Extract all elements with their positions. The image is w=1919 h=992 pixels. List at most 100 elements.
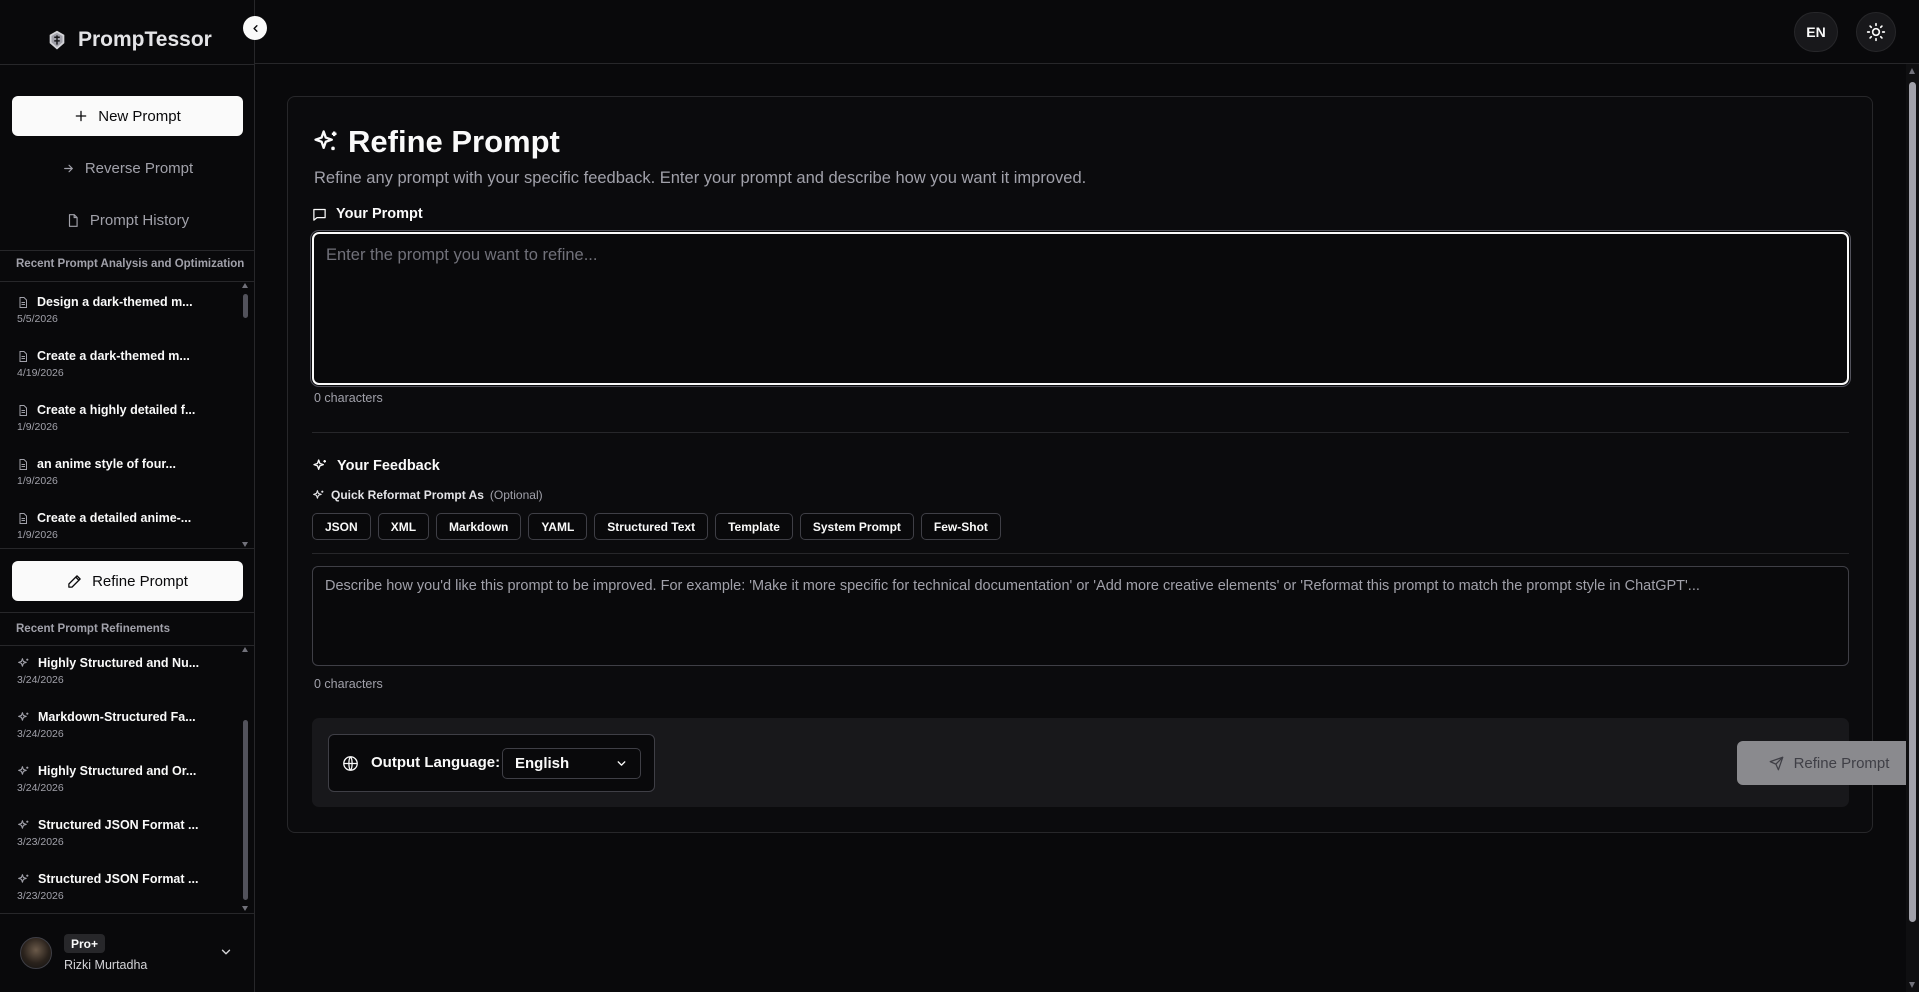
page-scrollbar[interactable] bbox=[1906, 64, 1919, 992]
language-button[interactable]: EN bbox=[1794, 12, 1838, 52]
top-bar: EN bbox=[255, 0, 1919, 64]
reverse-prompt-link[interactable]: Reverse Prompt bbox=[12, 150, 243, 186]
message-square-icon bbox=[313, 208, 326, 221]
plus-icon bbox=[75, 110, 87, 122]
analysis-item-title: an anime style of four... bbox=[37, 457, 176, 471]
file-icon bbox=[68, 213, 78, 227]
sparkles-icon bbox=[313, 489, 324, 499]
user-name: Rizki Murtadha bbox=[64, 958, 148, 972]
quick-reformat-text: Quick Reformat Prompt As bbox=[331, 488, 484, 502]
globe-icon bbox=[343, 756, 358, 771]
file-text-icon bbox=[19, 512, 27, 524]
file-text-icon bbox=[19, 350, 27, 362]
analysis-item[interactable]: Create a highly detailed f... 1/9/2026 bbox=[0, 390, 240, 444]
sidebar-divider bbox=[0, 64, 254, 65]
output-language-group: Output Language: English bbox=[328, 734, 655, 792]
sidebar-divider bbox=[0, 548, 254, 549]
refinement-item-title: Markdown-Structured Fa... bbox=[38, 710, 196, 724]
section-divider bbox=[312, 553, 1849, 554]
scroll-thumb[interactable] bbox=[243, 720, 248, 900]
analysis-scrollbar[interactable] bbox=[241, 282, 250, 548]
refinement-item[interactable]: Highly Structured and Or... 3/24/2026 bbox=[0, 754, 240, 808]
prompt-history-link[interactable]: Prompt History bbox=[12, 202, 243, 238]
analysis-item[interactable]: Create a dark-themed m... 4/19/2026 bbox=[0, 336, 240, 390]
analysis-item-date: 4/19/2026 bbox=[17, 367, 64, 379]
brand[interactable]: PrompTessor bbox=[46, 26, 212, 54]
sparkles-icon bbox=[18, 711, 29, 721]
analysis-item-date: 5/5/2026 bbox=[17, 313, 58, 325]
output-language-label: Output Language: bbox=[371, 754, 501, 771]
send-icon bbox=[1769, 756, 1783, 770]
collapse-sidebar-button[interactable] bbox=[243, 16, 267, 40]
format-chip-few-shot[interactable]: Few-Shot bbox=[920, 513, 1001, 540]
sparkles-icon bbox=[18, 819, 29, 829]
analysis-item[interactable]: an anime style of four... 1/9/2026 bbox=[0, 444, 240, 498]
your-feedback-label-text: Your Feedback bbox=[337, 458, 440, 474]
format-chip-xml[interactable]: XML bbox=[377, 513, 430, 540]
analysis-list: Design a dark-themed m... 5/5/2026 Creat… bbox=[0, 282, 240, 548]
section-divider bbox=[312, 432, 1849, 433]
refinement-item-title: Structured JSON Format ... bbox=[38, 818, 199, 832]
refine-prompt-submit-button[interactable]: Refine Prompt bbox=[1737, 741, 1919, 785]
refine-prompt-nav-button[interactable]: Refine Prompt bbox=[12, 561, 243, 601]
format-chip-json[interactable]: JSON bbox=[312, 513, 371, 540]
refinements-list: Highly Structured and Nu... 3/24/2026 Ma… bbox=[0, 646, 240, 912]
page-scroll-thumb[interactable] bbox=[1909, 82, 1916, 922]
scroll-up-arrow-icon[interactable] bbox=[242, 647, 248, 652]
format-chip-markdown[interactable]: Markdown bbox=[436, 513, 522, 540]
refinement-item[interactable]: Markdown-Structured Fa... 3/24/2026 bbox=[0, 700, 240, 754]
refinement-item-date: 3/24/2026 bbox=[17, 674, 64, 686]
analysis-item-title: Design a dark-themed m... bbox=[37, 295, 193, 309]
brand-name: PrompTessor bbox=[78, 28, 212, 51]
chevron-down-icon[interactable] bbox=[219, 945, 233, 959]
page-title: Refine Prompt bbox=[312, 124, 560, 160]
scroll-down-arrow-icon[interactable] bbox=[242, 542, 248, 547]
refinement-item[interactable]: Highly Structured and Nu... 3/24/2026 bbox=[0, 646, 240, 700]
feedback-textarea[interactable] bbox=[313, 567, 1848, 665]
analysis-item-date: 1/9/2026 bbox=[17, 421, 58, 433]
analysis-item[interactable]: Design a dark-themed m... 5/5/2026 bbox=[0, 282, 240, 336]
refinement-item-date: 3/23/2026 bbox=[17, 836, 64, 848]
analysis-item[interactable]: Create a detailed anime-... 1/9/2026 bbox=[0, 498, 240, 548]
output-language-value: English bbox=[515, 755, 570, 772]
sidebar-divider bbox=[0, 612, 254, 613]
page-title-text: Refine Prompt bbox=[348, 124, 560, 159]
prompt-textarea[interactable] bbox=[314, 234, 1847, 383]
sun-icon bbox=[1866, 22, 1886, 42]
output-language-select[interactable]: English bbox=[502, 748, 641, 779]
refinement-item[interactable]: Structured JSON Format ... 3/23/2026 bbox=[0, 862, 240, 912]
format-chip-structured-text[interactable]: Structured Text bbox=[594, 513, 709, 540]
refinement-item-date: 3/24/2026 bbox=[17, 728, 64, 740]
scroll-up-arrow-icon[interactable] bbox=[1909, 68, 1915, 74]
refinements-scrollbar[interactable] bbox=[241, 646, 250, 912]
refine-prompt-card: Refine Prompt Refine any prompt with you… bbox=[287, 96, 1919, 833]
avatar bbox=[20, 937, 52, 969]
quick-reformat-optional: (Optional) bbox=[489, 488, 543, 502]
sidebar: PrompTessor New Prompt Reverse Prompt Pr… bbox=[0, 0, 255, 992]
prompt-char-count: 0 characters bbox=[314, 391, 383, 405]
sparkles-icon bbox=[314, 130, 337, 151]
refinement-item[interactable]: Structured JSON Format ... 3/23/2026 bbox=[0, 808, 240, 862]
your-prompt-label: Your Prompt bbox=[312, 206, 423, 222]
reverse-prompt-label: Reverse Prompt bbox=[84, 159, 194, 177]
sparkles-icon bbox=[313, 459, 326, 470]
scroll-thumb[interactable] bbox=[243, 294, 248, 318]
sparkles-icon bbox=[18, 765, 29, 775]
format-chip-yaml[interactable]: YAML bbox=[528, 513, 588, 540]
scroll-down-arrow-icon[interactable] bbox=[242, 906, 248, 911]
theme-toggle-button[interactable] bbox=[1856, 12, 1896, 52]
format-chip-system-prompt[interactable]: System Prompt bbox=[799, 513, 914, 540]
page-subtitle: Refine any prompt with your specific fee… bbox=[314, 169, 1087, 187]
refinement-item-title: Highly Structured and Nu... bbox=[38, 656, 200, 670]
analysis-item-date: 1/9/2026 bbox=[17, 475, 58, 487]
sparkles-icon bbox=[18, 657, 29, 667]
refinement-item-date: 3/24/2026 bbox=[17, 782, 64, 794]
scroll-up-arrow-icon[interactable] bbox=[242, 283, 248, 288]
your-prompt-label-text: Your Prompt bbox=[336, 206, 423, 222]
plan-badge: Pro+ bbox=[64, 934, 106, 953]
refinement-item-title: Structured JSON Format ... bbox=[38, 872, 199, 886]
new-prompt-button[interactable]: New Prompt bbox=[12, 96, 243, 136]
user-menu[interactable]: Pro+ Rizki Murtadha bbox=[0, 913, 254, 992]
format-chip-template[interactable]: Template bbox=[715, 513, 793, 540]
scroll-down-arrow-icon[interactable] bbox=[1909, 982, 1915, 988]
